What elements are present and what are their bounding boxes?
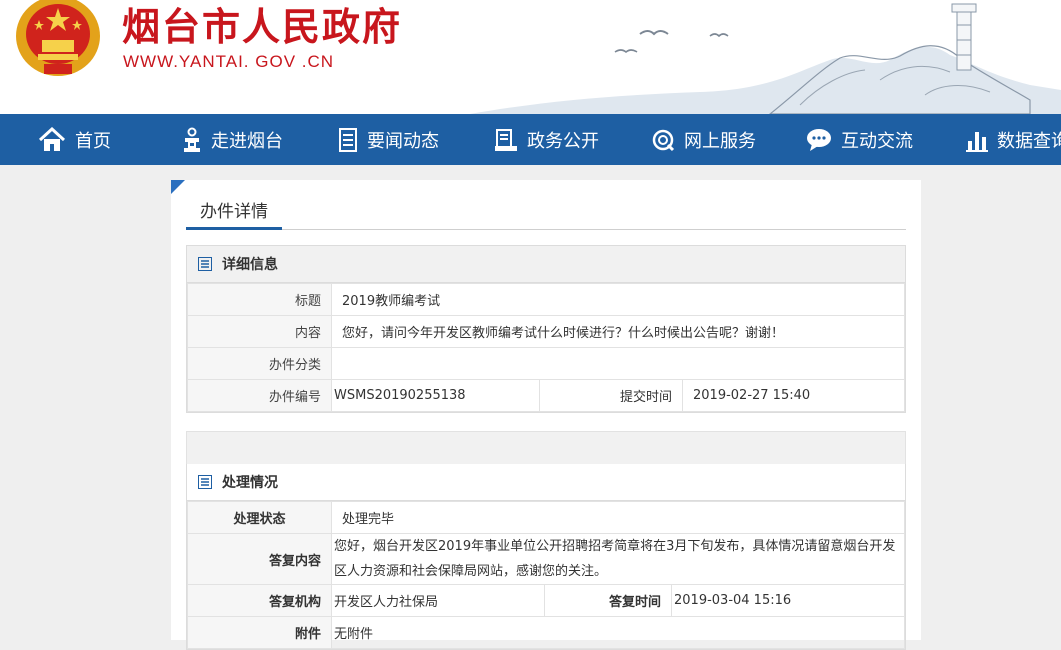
bar-chart-icon: [966, 131, 988, 152]
reply-time-label: 答复时间: [544, 584, 672, 617]
status-label: 处理状态: [187, 501, 332, 534]
submit-time-label: 提交时间: [539, 379, 683, 412]
reply-value: 您好，烟台开发区2019年事业单位公开招聘招考简章将在3月下旬发布，具体情况请留…: [331, 533, 905, 585]
table-row: 附件 无附件: [187, 616, 905, 649]
site-title[interactable]: 烟台市人民政府: [122, 0, 402, 51]
nav-item-gov-affairs[interactable]: 政务公开: [494, 114, 599, 165]
table-row: 办件分类: [187, 347, 905, 380]
table-row: 办件编号 WSMS20190255138 提交时间 2019-02-27 15:…: [187, 379, 905, 412]
table-row: 处理状态 处理完毕: [187, 501, 905, 534]
submit-time-value: 2019-02-27 15:40: [682, 379, 905, 412]
landscape-illustration: [470, 3, 1061, 114]
site-header: 烟台市人民政府 WWW.YANTAI. GOV .CN: [0, 0, 1061, 114]
content-value: 您好，请问今年开发区教师编考试什么时候进行？什么时候出公告呢？谢谢！: [331, 315, 905, 348]
detail-section-title: 详细信息: [222, 257, 278, 273]
nav-item-news[interactable]: 要闻动态: [338, 114, 439, 165]
attachment-value: 无附件: [331, 616, 905, 649]
processing-section: 处理情况 处理状态 处理完毕 答复内容 您好，烟台开发区2019年事业单位公开招…: [186, 464, 906, 650]
reply-time-value: 2019-03-04 15:16: [671, 584, 905, 617]
processing-section-title: 处理情况: [222, 475, 278, 491]
attachment-label: 附件: [187, 616, 332, 649]
nav-label: 走进烟台: [211, 130, 283, 152]
clipboard-icon: [495, 128, 517, 151]
nav-label: 互动交流: [841, 130, 913, 152]
list-icon: [198, 475, 212, 489]
home-icon: [38, 126, 66, 151]
main-nav: 首页 走进烟台 要闻动态 政务公开 网上服务 互动交流 数据查询: [0, 114, 1061, 165]
tab-bar: 办件详情: [186, 194, 906, 230]
detail-section: 详细信息 标题 2019教师编考试 内容 您好，请问今年开发区教师编考试什么时候…: [186, 245, 906, 413]
nav-label: 要闻动态: [367, 130, 439, 152]
nav-label: 数据查询: [997, 130, 1061, 152]
nav-label: 政务公开: [527, 130, 599, 152]
table-row: 标题 2019教师编考试: [187, 283, 905, 316]
nav-item-home[interactable]: 首页: [38, 114, 111, 165]
status-value: 处理完毕: [331, 501, 905, 534]
title-value: 2019教师编考试: [331, 283, 905, 316]
category-value: [331, 347, 905, 380]
globe-icon: [652, 129, 675, 151]
section-divider-bar: [186, 431, 906, 465]
nav-item-interaction[interactable]: 互动交流: [806, 114, 913, 165]
person-icon: [184, 127, 200, 152]
nav-item-data-query[interactable]: 数据查询: [966, 114, 1061, 165]
category-label: 办件分类: [187, 347, 332, 380]
table-row: 答复机构 开发区人力社保局 答复时间 2019-03-04 15:16: [187, 584, 905, 617]
nav-label: 首页: [75, 130, 111, 152]
nav-label: 网上服务: [684, 130, 756, 152]
case-number-label: 办件编号: [187, 379, 332, 412]
list-icon: [198, 257, 212, 271]
detail-section-header: 详细信息: [187, 246, 905, 283]
tab-case-detail[interactable]: 办件详情: [186, 194, 282, 230]
nav-item-online-service[interactable]: 网上服务: [651, 114, 756, 165]
title-label: 标题: [187, 283, 332, 316]
org-value: 开发区人力社保局: [331, 584, 545, 617]
org-label: 答复机构: [187, 584, 332, 617]
nav-item-about[interactable]: 走进烟台: [182, 114, 283, 165]
processing-table: 处理状态 处理完毕 答复内容 您好，烟台开发区2019年事业单位公开招聘招考简章…: [187, 501, 905, 649]
processing-section-header: 处理情况: [187, 464, 905, 501]
national-emblem-icon: [16, 0, 100, 76]
reply-label: 答复内容: [187, 533, 332, 585]
content-card: 办件详情 详细信息 标题 2019教师编考试 内容 您好，请问今年开发区教师编考…: [171, 180, 921, 650]
site-url[interactable]: WWW.YANTAI. GOV .CN: [123, 52, 334, 72]
table-row: 答复内容 您好，烟台开发区2019年事业单位公开招聘招考简章将在3月下旬发布，具…: [187, 533, 905, 585]
document-icon: [339, 127, 357, 152]
corner-marker: [171, 180, 185, 194]
content-label: 内容: [187, 315, 332, 348]
chat-icon: [807, 128, 831, 151]
case-number-value: WSMS20190255138: [331, 379, 540, 412]
detail-table: 标题 2019教师编考试 内容 您好，请问今年开发区教师编考试什么时候进行？什么…: [187, 283, 905, 412]
table-row: 内容 您好，请问今年开发区教师编考试什么时候进行？什么时候出公告呢？谢谢！: [187, 315, 905, 348]
